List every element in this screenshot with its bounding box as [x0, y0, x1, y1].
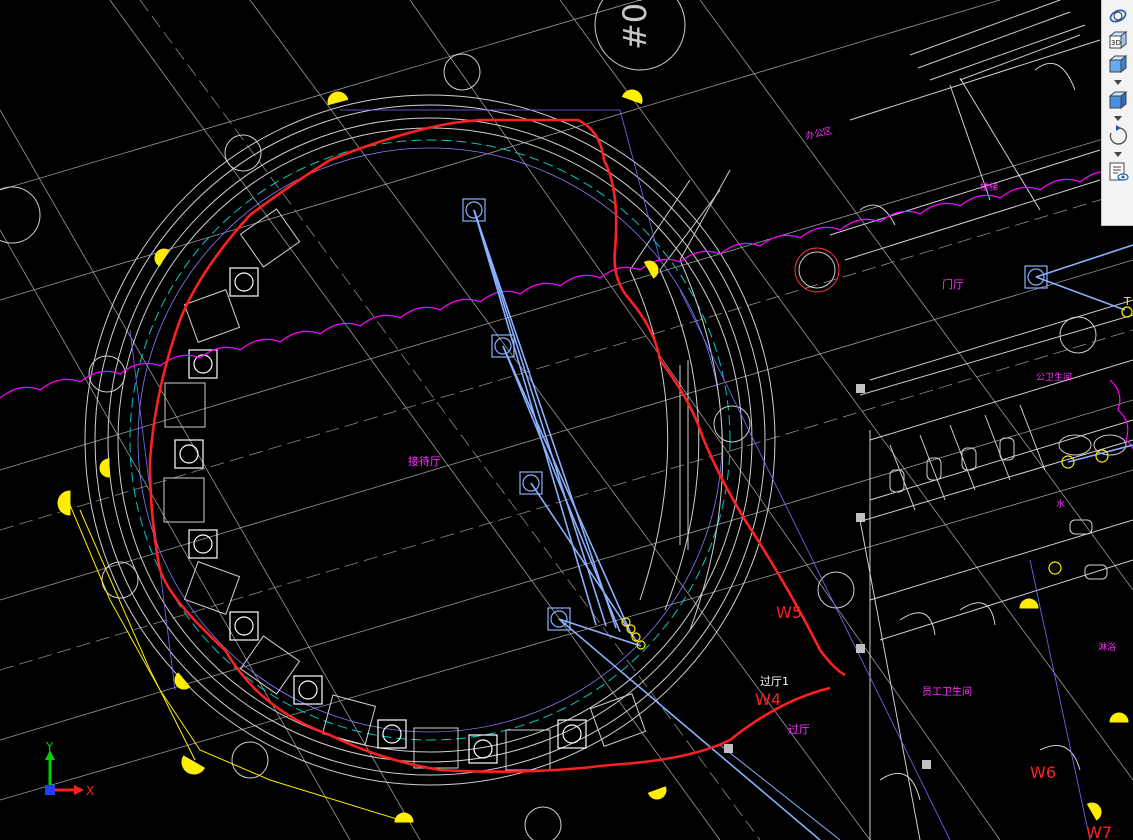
view-toolbar: 3D [1101, 0, 1133, 226]
3d-view-button[interactable]: 3D [1105, 28, 1131, 52]
room-label-central-hall: 接待厅 [408, 454, 441, 468]
orbit-button[interactable] [1105, 4, 1131, 28]
marker-w4: W4 [755, 690, 781, 709]
room-label-corridor-1: 过厅1 [760, 675, 789, 688]
chevron-down-icon [1113, 115, 1122, 121]
ucs-y-label: Y [45, 742, 54, 754]
3d-view-icon: 3D [1108, 30, 1127, 50]
orbit-icon [1109, 9, 1126, 23]
marker-w7: W7 [1086, 823, 1112, 840]
room-label-staff-toilet: 员工卫生间 [922, 685, 972, 698]
shaded-box-button[interactable] [1105, 88, 1131, 112]
shaded-box-dropdown[interactable] [1105, 112, 1131, 124]
building-label: #08 [616, 0, 654, 50]
layer-properties-icon [1109, 162, 1129, 181]
room-label-corridor: 过厅 [788, 723, 810, 736]
ucs-icon: Y X [45, 742, 94, 798]
ucs-x-label: X [86, 784, 94, 798]
view-cube-button[interactable] [1105, 52, 1131, 76]
room-label-small: 楼梯 [980, 181, 998, 193]
marker-w6: W6 [1030, 763, 1056, 782]
cad-drawing-canvas[interactable]: #08 接待厅 门厅 办公区 楼梯 公卫生间 员工卫生间 淋浴 水 过厅1 过厅… [0, 0, 1133, 840]
view-cube-icon [1108, 54, 1127, 74]
rotate-icon [1109, 125, 1127, 145]
rotate-dropdown[interactable] [1105, 148, 1131, 160]
room-label-toilets: 公卫生间 [1036, 371, 1072, 383]
shaded-box-icon [1108, 90, 1127, 110]
chevron-down-icon [1113, 151, 1122, 157]
room-label-lobby: 门厅 [942, 277, 964, 291]
svg-text:3D: 3D [1111, 39, 1121, 47]
view-cube-dropdown[interactable] [1105, 76, 1131, 88]
marker-w5: W5 [776, 603, 802, 622]
room-label-shower: 淋浴 [1098, 641, 1116, 653]
layer-properties-button[interactable] [1105, 160, 1131, 184]
marker-edge-t: T [1123, 295, 1131, 308]
rotate-button[interactable] [1105, 124, 1131, 148]
room-label-sink: 水 [1056, 498, 1065, 510]
chevron-down-icon [1113, 79, 1122, 85]
